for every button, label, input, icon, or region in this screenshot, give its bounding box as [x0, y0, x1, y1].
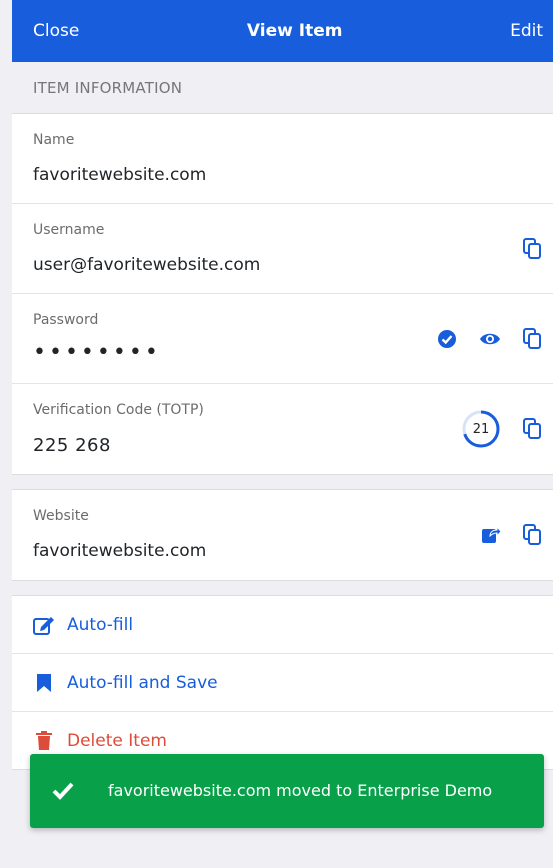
check-icon [52, 782, 80, 800]
password-row: Password •••••••• [12, 294, 553, 384]
name-row: Name favoritewebsite.com [12, 114, 553, 204]
password-label: Password [33, 312, 99, 328]
totp-countdown-timer: 21 [461, 409, 501, 449]
autofill-save-label: Auto-fill and Save [67, 672, 218, 693]
item-info-box: Name favoritewebsite.com Username user@f… [12, 114, 553, 475]
edit-icon [33, 615, 55, 635]
autofill-save-button[interactable]: Auto-fill and Save [12, 654, 553, 712]
section-header: ITEM INFORMATION [12, 62, 553, 114]
eye-icon[interactable] [479, 331, 501, 347]
launch-icon[interactable] [481, 526, 501, 544]
password-value: •••••••• [33, 340, 161, 365]
autofill-label: Auto-fill [67, 614, 134, 635]
website-row: Website favoritewebsite.com [12, 490, 553, 580]
name-label: Name [33, 132, 75, 148]
bookmark-icon [33, 673, 55, 693]
totp-row: Verification Code (TOTP) 225 268 21 [12, 384, 553, 474]
name-value: favoritewebsite.com [33, 165, 207, 185]
delete-item-label: Delete Item [67, 731, 167, 751]
copy-username-icon[interactable] [523, 237, 541, 260]
actions-box: Auto-fill Auto-fill and Save Delete Item [12, 595, 553, 770]
copy-totp-icon[interactable] [523, 418, 541, 440]
autofill-button[interactable]: Auto-fill [12, 596, 553, 654]
totp-value: 225 268 [33, 435, 111, 456]
copy-website-icon[interactable] [523, 524, 541, 546]
website-label: Website [33, 508, 89, 524]
totp-countdown-text: 21 [472, 421, 490, 437]
totp-label: Verification Code (TOTP) [33, 402, 204, 418]
username-row: Username user@favoritewebsite.com [12, 204, 553, 294]
toast-notification[interactable]: favoritewebsite.com moved to Enterprise … [30, 754, 544, 828]
copy-password-icon[interactable] [523, 327, 541, 350]
app-frame: Close View Item Edit ITEM INFORMATION Na… [12, 0, 553, 868]
website-value: favoritewebsite.com [33, 541, 207, 561]
edit-button[interactable]: Edit [510, 21, 543, 41]
toast-message: favoritewebsite.com moved to Enterprise … [108, 781, 493, 800]
website-box: Website favoritewebsite.com [12, 489, 553, 581]
trash-icon [33, 731, 55, 751]
username-value: user@favoritewebsite.com [33, 255, 261, 275]
username-label: Username [33, 222, 105, 238]
close-button[interactable]: Close [33, 21, 79, 41]
page-title: View Item [246, 21, 343, 41]
check-password-icon[interactable] [437, 329, 457, 349]
top-bar: Close View Item Edit [12, 0, 553, 62]
